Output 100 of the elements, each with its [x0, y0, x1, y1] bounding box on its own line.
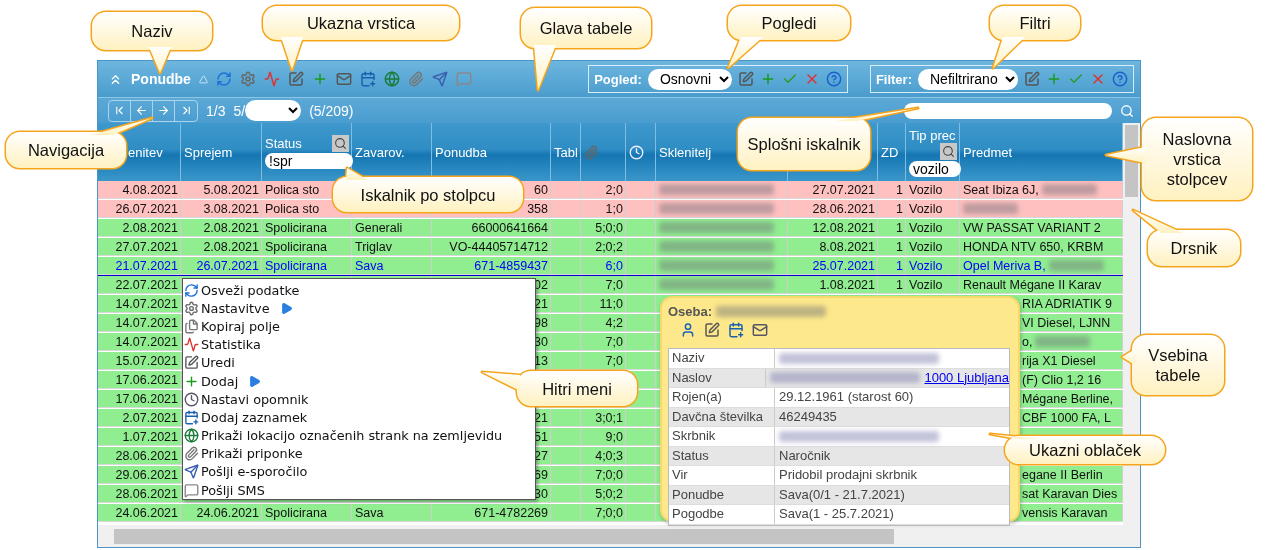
table-cell[interactable]: 4.08.2021 — [98, 181, 181, 199]
message-icon[interactable] — [455, 71, 472, 87]
filter-select[interactable]: Nefiltrirano — [918, 68, 1018, 90]
calendar-plus-icon[interactable] — [728, 322, 744, 338]
column-filter-field[interactable]: vozilo — [909, 160, 961, 177]
table-cell — [551, 276, 581, 294]
column-header-label[interactable]: Zavarov. — [355, 144, 405, 160]
table-cell — [626, 314, 656, 332]
caret-icon[interactable] — [198, 74, 208, 84]
column-filter-field[interactable]: !spr — [265, 153, 353, 169]
chart-icon — [184, 337, 199, 353]
search-icon[interactable] — [1120, 103, 1134, 118]
table-cell: 28.06.2021 — [788, 200, 878, 218]
help-icon[interactable] — [825, 71, 842, 87]
table-cell[interactable]: 17.06.2021 — [98, 371, 181, 389]
table-cell[interactable]: 14.07.2021 — [98, 333, 181, 351]
send-icon[interactable] — [431, 71, 448, 87]
table-cell: 3.08.2021 — [181, 200, 262, 218]
edit-icon[interactable] — [704, 322, 720, 338]
chart-icon[interactable] — [263, 71, 280, 87]
previous-page-icon[interactable] — [135, 104, 148, 117]
mail-icon[interactable] — [752, 322, 768, 338]
column-header-label[interactable]: Sprejem — [184, 144, 233, 160]
view-label: Pogled: — [594, 71, 642, 87]
table-cell — [551, 200, 581, 218]
table-cell: Vozilo — [906, 181, 960, 199]
mail-icon[interactable] — [335, 71, 352, 87]
table-cell: 1 — [878, 276, 906, 294]
record-count: (5/209) — [309, 102, 354, 119]
column-header-label[interactable]: Ponudba — [435, 144, 488, 160]
column-header-label[interactable]: Tabl — [554, 144, 578, 160]
table-cell[interactable]: 24.06.2021 — [98, 504, 181, 522]
horizontal-scrollbar[interactable] — [98, 525, 1140, 547]
column-header-label[interactable]: enitev — [128, 144, 163, 160]
table-cell: Spolicirana — [262, 504, 352, 522]
table-cell[interactable]: 14.07.2021 — [98, 314, 181, 332]
refresh-icon[interactable] — [215, 71, 232, 87]
table-cell[interactable]: 17.06.2021 — [98, 390, 181, 408]
table-cell: Triglav — [352, 238, 432, 256]
table-cell: 7;0 — [581, 333, 626, 351]
search-field[interactable] — [904, 102, 1112, 119]
table-cell-text: o, — [1022, 333, 1033, 351]
column-header-label[interactable]: Sklenitelj — [659, 144, 712, 160]
page-indicator: 1/3 — [206, 102, 226, 119]
table-cell — [551, 352, 581, 370]
table-cell: VO-44405714712 — [432, 238, 551, 256]
view-select[interactable]: Osnovni — [647, 68, 732, 90]
edit-icon[interactable] — [287, 71, 304, 87]
paperclip-icon[interactable] — [407, 71, 424, 87]
column-header-label[interactable]: ZD — [881, 144, 899, 160]
table-cell: Spolicirana — [262, 238, 352, 256]
first-page-icon[interactable] — [113, 104, 126, 117]
table-cell: 1 — [878, 257, 906, 275]
search-icon[interactable] — [332, 135, 349, 152]
globe-icon[interactable] — [383, 71, 400, 87]
table-cell — [551, 238, 581, 256]
table-cell: 7;0 — [581, 352, 626, 370]
edit-icon[interactable] — [1024, 71, 1040, 87]
table-cell: 1 — [878, 181, 906, 199]
table-cell[interactable]: 27.07.2021 — [98, 238, 181, 256]
table-cell[interactable]: 1.07.2021 — [98, 428, 181, 446]
table-cell: 1;0 — [581, 200, 626, 218]
callout-label: Ukazna vrstica — [306, 13, 416, 33]
table-cell — [551, 428, 581, 446]
callout-label: Pogledi — [761, 13, 817, 33]
tooltip-field-label: Status — [669, 446, 775, 465]
column-header-label[interactable]: Status — [265, 136, 302, 151]
filter-label: Filter: — [875, 71, 912, 87]
table-cell: 2;0;2 — [581, 238, 626, 256]
column-header-label[interactable]: Predmet — [963, 144, 1013, 160]
plus-icon — [184, 373, 199, 389]
table-cell[interactable]: 2.08.2021 — [98, 219, 181, 237]
settings-icon[interactable] — [239, 71, 256, 87]
table-cell[interactable]: 2.07.2021 — [98, 409, 181, 427]
table-cell: 25.07.2021 — [788, 257, 878, 275]
table-cell: 26.07.2021 — [181, 257, 262, 275]
close-icon[interactable] — [1090, 71, 1106, 87]
table-cell[interactable]: 22.07.2021 — [98, 276, 181, 294]
calendar-plus-icon[interactable] — [359, 71, 376, 87]
table-cell — [626, 409, 656, 427]
next-page-icon[interactable] — [157, 104, 170, 117]
edit-icon[interactable] — [737, 71, 754, 87]
person-icon[interactable] — [680, 322, 696, 338]
table-cell[interactable]: 28.06.2021 — [98, 447, 181, 465]
table-cell[interactable]: 21.07.2021 — [98, 257, 181, 275]
calendar-plus-icon — [184, 409, 199, 425]
page-size-select[interactable] — [245, 100, 302, 121]
table-cell[interactable]: 15.07.2021 — [98, 352, 181, 370]
table-cell[interactable]: 26.07.2021 — [98, 200, 181, 218]
tooltip-field-label: Skrbnik — [669, 427, 775, 446]
search-icon[interactable] — [940, 142, 957, 160]
help-icon[interactable] — [1112, 71, 1128, 87]
table-cell: 24.06.2021 — [181, 504, 262, 522]
table-cell: Sava — [352, 257, 432, 275]
table-cell: 3;0;1 — [581, 409, 626, 427]
plus-icon[interactable] — [1046, 71, 1062, 87]
table-cell[interactable]: 28.06.2021 — [98, 485, 181, 503]
table-cell[interactable]: 14.07.2021 — [98, 295, 181, 313]
table-cell[interactable]: 29.06.2021 — [98, 466, 181, 484]
table-cell: 5.08.2021 — [181, 181, 262, 199]
